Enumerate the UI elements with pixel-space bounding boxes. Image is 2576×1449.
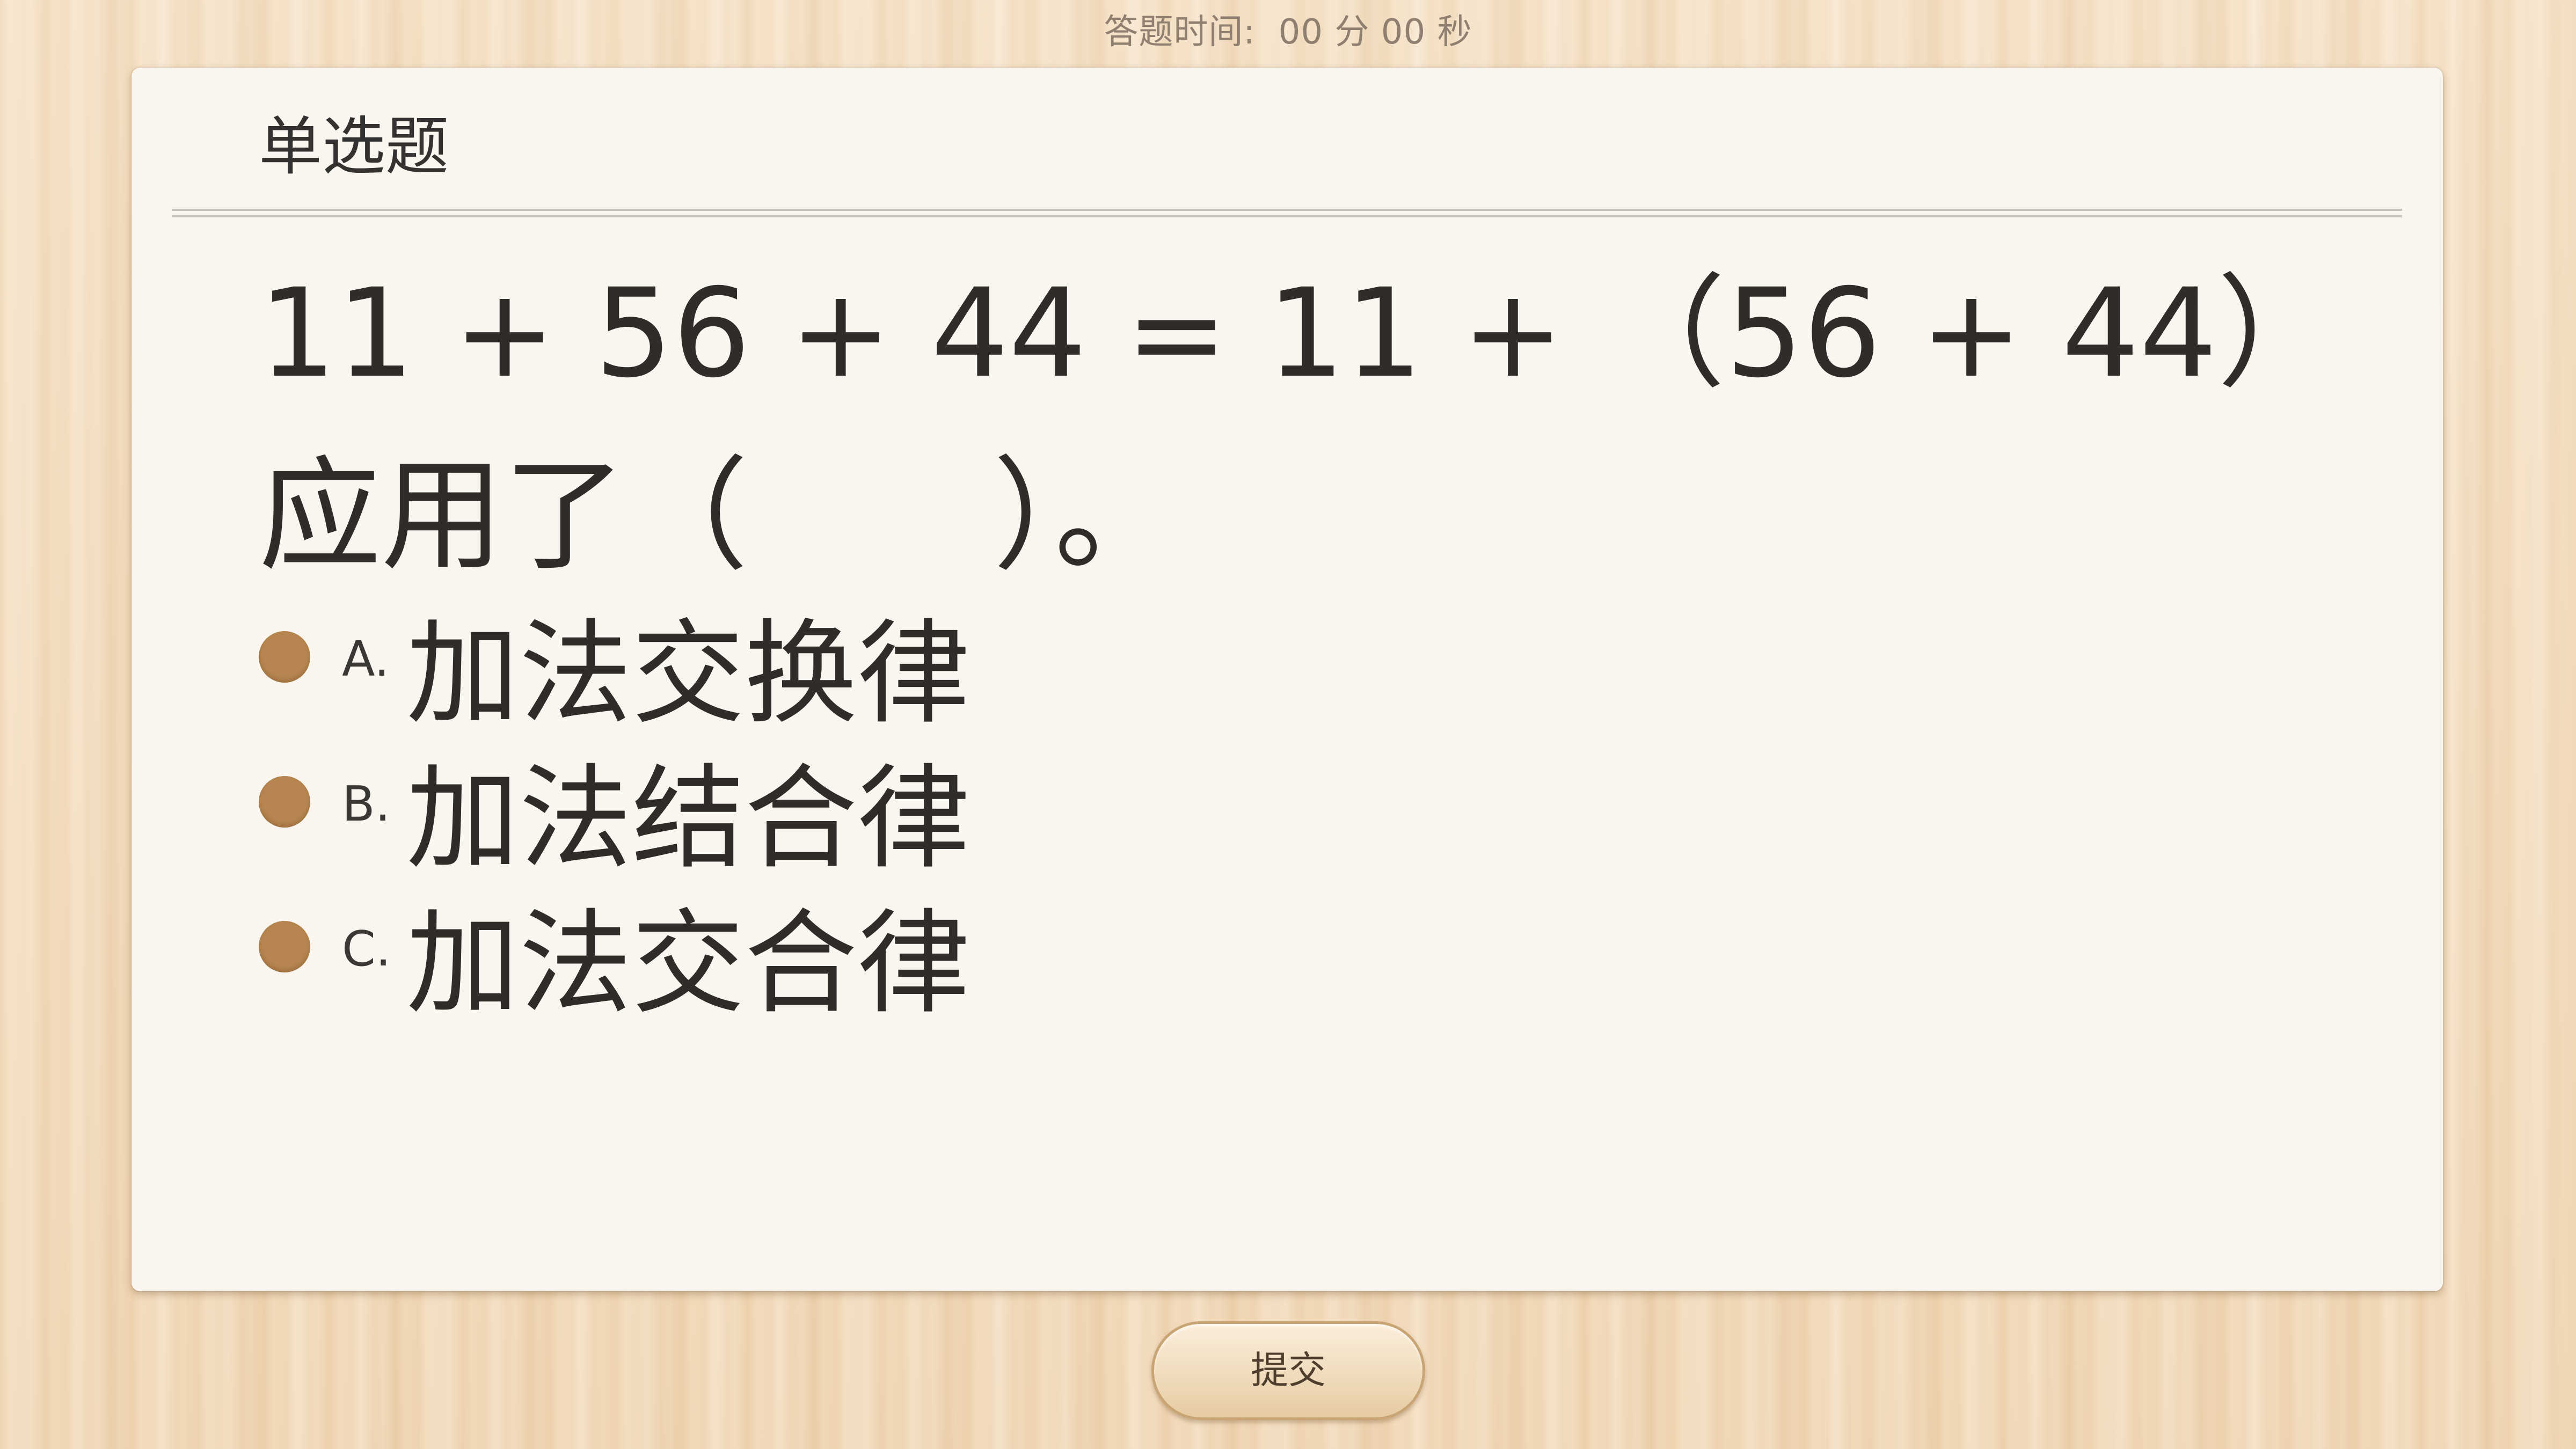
option-letter: A. xyxy=(342,631,390,687)
options-list: A. 加法交换律 B. 加法结合律 C. 加法交合律 xyxy=(259,604,1225,1039)
option-b[interactable]: B. 加法结合律 xyxy=(259,749,1225,894)
option-letter: B. xyxy=(342,776,391,832)
timer-seconds: 00 xyxy=(1381,12,1426,52)
radio-dot-icon[interactable] xyxy=(259,631,310,683)
timer-seconds-unit: 秒 xyxy=(1437,12,1472,52)
option-text: 加法结合律 xyxy=(406,753,970,884)
timer-minutes-unit: 分 xyxy=(1334,12,1370,52)
option-a[interactable]: A. 加法交换律 xyxy=(259,604,1225,749)
option-letter: C. xyxy=(342,921,391,977)
radio-dot-icon[interactable] xyxy=(259,921,310,972)
radio-dot-icon[interactable] xyxy=(259,776,310,828)
option-text: 加法交换律 xyxy=(406,608,970,740)
option-c[interactable]: C. 加法交合律 xyxy=(259,894,1225,1039)
submit-button[interactable]: 提交 xyxy=(1151,1321,1425,1420)
timer-label: 答题时间: xyxy=(1104,12,1256,52)
question-text: 11 + 56 + 44 = 11 + （56 + 44）应用了（ ）。 xyxy=(259,262,2340,587)
question-type-title: 单选题 xyxy=(259,109,449,184)
question-card: 单选题 11 + 56 + 44 = 11 + （56 + 44）应用了（ ）。… xyxy=(132,68,2443,1291)
timer-minutes: 00 xyxy=(1278,12,1324,52)
answer-timer: 答题时间: 00 分 00 秒 xyxy=(0,11,2576,54)
title-divider xyxy=(172,209,2402,217)
option-text: 加法交合律 xyxy=(406,898,970,1029)
